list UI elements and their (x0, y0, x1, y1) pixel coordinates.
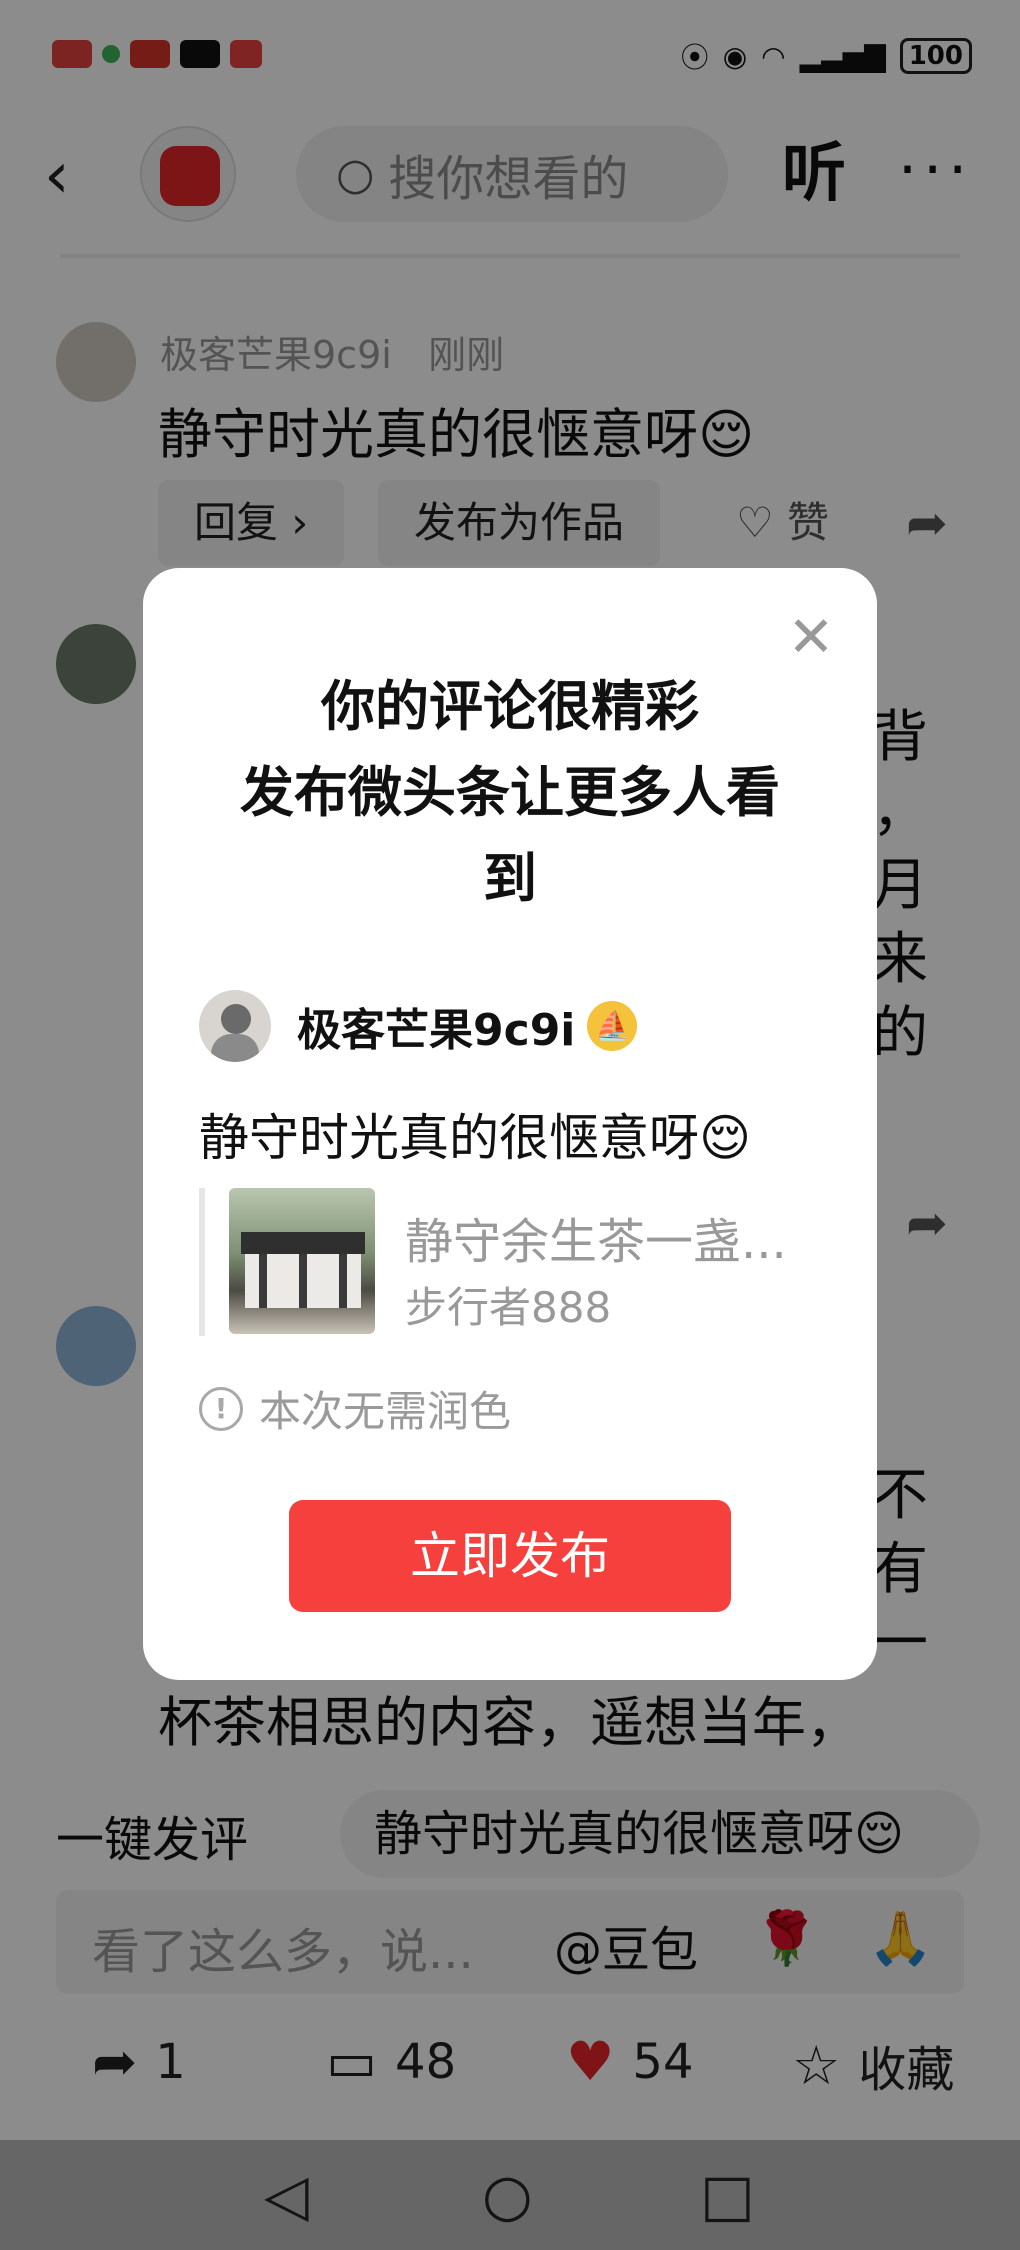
publish-prompt-dialog: ✕ 你的评论很精彩 发布微头条让更多人看 到 极客芒果9c9i ⛵ 静守时光真的… (143, 568, 877, 1680)
navbar-scrim (0, 2140, 1020, 2250)
dialog-title: 你的评论很精彩 发布微头条让更多人看 到 (183, 664, 837, 922)
creator-badge-icon: ⛵ (587, 1001, 638, 1051)
dialog-title-line: 到 (483, 847, 537, 910)
quoted-article-author: 步行者888 (405, 1283, 612, 1332)
quoted-article: 静守余生茶一盏... 步行者888 (199, 1188, 819, 1336)
publish-now-button[interactable]: 立即发布 (289, 1500, 731, 1612)
quoted-article-title: 静守余生茶一盏... (405, 1214, 787, 1270)
dialog-title-line: 你的评论很精彩 (321, 675, 699, 738)
close-icon: ✕ (787, 605, 835, 670)
article-thumbnail (229, 1188, 375, 1334)
avatar (199, 990, 271, 1062)
polish-notice-text: 本次无需润色 (259, 1387, 512, 1436)
close-button[interactable]: ✕ (781, 608, 841, 668)
dialog-comment-text: 静守时光真的很惬意呀😌 (199, 1109, 752, 1167)
dialog-author: 极客芒果9c9i ⛵ (199, 988, 638, 1064)
dialog-title-line: 发布微头条让更多人看 (240, 761, 780, 824)
dialog-author-name: 极客芒果9c9i (297, 1005, 576, 1056)
info-icon: ! (199, 1386, 243, 1431)
polish-notice: ! 本次无需润色 (199, 1378, 511, 1439)
